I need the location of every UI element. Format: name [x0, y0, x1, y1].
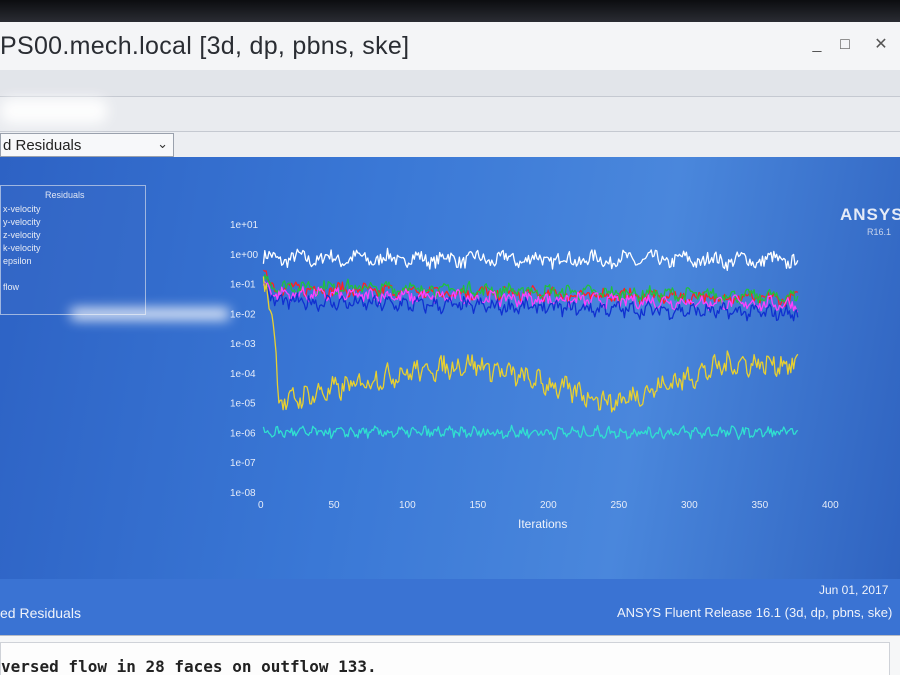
- plot-footer: Jun 01, 2017 ed Residuals ANSYS Fluent R…: [0, 579, 900, 635]
- x-tick-label: 250: [611, 500, 628, 511]
- x-axis-label: Iterations: [518, 517, 567, 531]
- y-tick-label: 1e-04: [230, 369, 256, 380]
- y-tick-label: 1e-07: [230, 458, 256, 469]
- residual-series-line: [262, 424, 799, 441]
- y-tick-label: 1e-02: [230, 309, 256, 320]
- screen-glare: [0, 98, 108, 124]
- ansys-logo: ANSYS: [840, 205, 900, 224]
- residuals-plot-area: Residuals x-velocity y-velocity z-veloci…: [0, 157, 900, 579]
- monitor-bezel: [0, 0, 900, 22]
- toolbar: [0, 97, 900, 132]
- chevron-down-icon[interactable]: ⌄: [157, 136, 168, 152]
- display-selector-value: d Residuals: [3, 137, 82, 154]
- console-line: versed flow in 28 faces on outflow 133.: [1, 657, 377, 675]
- maximize-button[interactable]: □: [834, 36, 856, 54]
- x-tick-label: 400: [822, 500, 839, 511]
- display-selector[interactable]: d Residuals ⌄: [0, 133, 174, 157]
- release-info: ANSYS Fluent Release 16.1 (3d, dp, pbns,…: [617, 605, 893, 620]
- y-tick-label: 1e+00: [230, 250, 259, 261]
- y-tick-label: 1e-01: [230, 280, 256, 291]
- minimize-button[interactable]: _: [806, 36, 828, 54]
- menu-bar: [0, 70, 900, 97]
- y-tick-label: 1e-06: [230, 428, 256, 439]
- residuals-chart: 1e+01 1e+00 1e-01 1e-02 1e-03 1e-04 1e-05 1e-06…: [230, 220, 839, 531]
- plot-date: Jun 01, 2017: [819, 583, 889, 597]
- console-panel[interactable]: versed flow in 28 faces on outflow 133.: [0, 635, 900, 675]
- x-tick-label: 100: [399, 500, 416, 511]
- x-tick-label: 150: [470, 500, 487, 511]
- x-tick-label: 200: [540, 500, 557, 511]
- y-tick-label: 1e-05: [230, 399, 256, 410]
- x-tick-label: 350: [752, 500, 769, 511]
- title-bar: PS00.mech.local [3d, dp, pbns, ske] _ □ …: [0, 22, 900, 71]
- fluent-window: PS00.mech.local [3d, dp, pbns, ske] _ □ …: [0, 22, 900, 675]
- ansys-version: R16.1: [867, 227, 892, 237]
- console-text-area[interactable]: versed flow in 28 faces on outflow 133.: [0, 642, 890, 675]
- y-tick-label: 1e-03: [230, 339, 256, 350]
- window-title: PS00.mech.local [3d, dp, pbns, ske]: [0, 32, 410, 60]
- x-tick-label: 0: [258, 500, 264, 511]
- close-button[interactable]: ✕: [870, 36, 892, 54]
- y-tick-label: 1e+01: [230, 220, 259, 231]
- x-tick-label: 300: [681, 500, 698, 511]
- x-tick-label: 50: [329, 500, 341, 511]
- plot-name-label: ed Residuals: [0, 605, 81, 621]
- residual-series-line: [262, 247, 799, 272]
- screen-glare: [70, 308, 230, 320]
- y-tick-label: 1e-08: [230, 488, 256, 499]
